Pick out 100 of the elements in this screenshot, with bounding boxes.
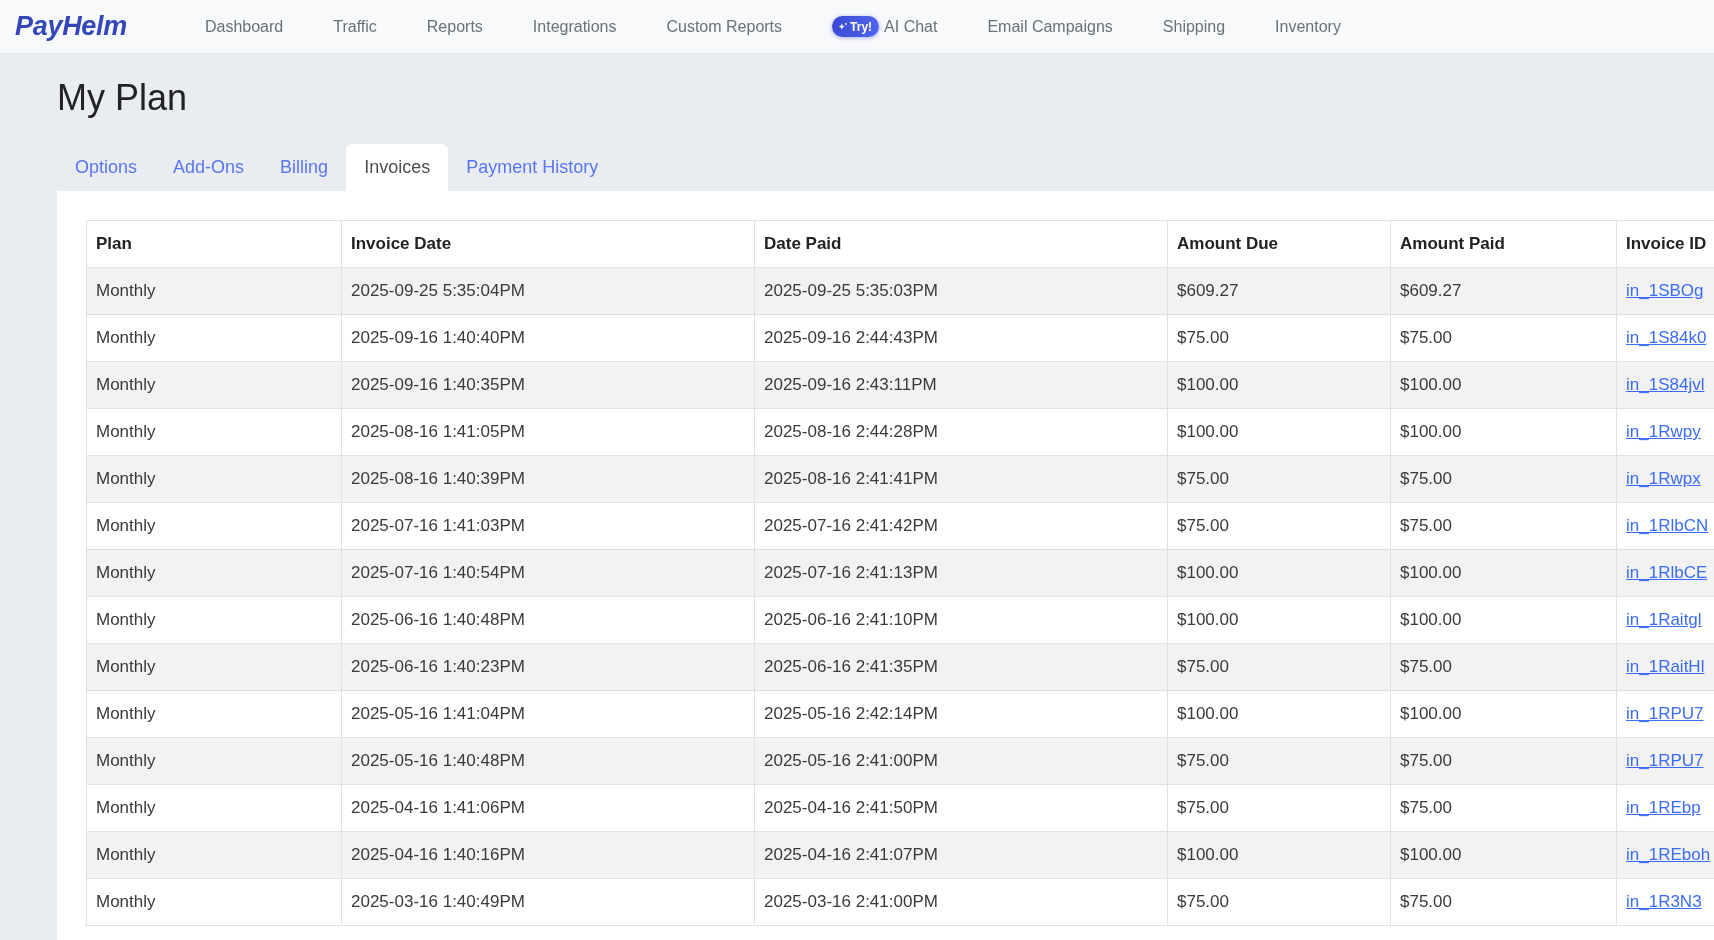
table-cell: $100.00: [1167, 361, 1391, 409]
table-cell: $100.00: [1390, 408, 1617, 456]
table-cell: $100.00: [1167, 549, 1391, 597]
table-cell: 2025-09-16 2:44:43PM: [754, 314, 1168, 362]
table-cell: $609.27: [1390, 267, 1617, 315]
table-cell: Monthly: [86, 314, 342, 362]
table-cell: Monthly: [86, 878, 342, 926]
invoice-link[interactable]: in_1RPU7: [1626, 751, 1704, 770]
table-cell: $75.00: [1167, 455, 1391, 503]
tab[interactable]: Options: [57, 144, 156, 191]
table-cell: 2025-09-16 1:40:35PM: [341, 361, 755, 409]
table-cell: Monthly: [86, 690, 342, 738]
table-cell: Monthly: [86, 643, 342, 691]
nav-link[interactable]: Traffic: [333, 17, 377, 36]
table-cell: 2025-04-16 1:41:06PM: [341, 784, 755, 832]
table-cell: $75.00: [1167, 878, 1391, 926]
invoice-link[interactable]: in_1Rwpy: [1626, 422, 1701, 441]
table-cell: $75.00: [1390, 878, 1617, 926]
table-cell: $75.00: [1390, 314, 1617, 362]
table-cell: 2025-07-16 1:40:54PM: [341, 549, 755, 597]
invoice-link[interactable]: in_1R3N3: [1626, 892, 1702, 911]
table-cell: 2025-09-25 5:35:03PM: [754, 267, 1168, 315]
table-cell: 2025-09-25 5:35:04PM: [341, 267, 755, 315]
table-cell: $75.00: [1390, 455, 1617, 503]
table-cell: 2025-09-16 1:40:40PM: [341, 314, 755, 362]
column-header: Invoice ID: [1616, 220, 1714, 268]
table-cell: 2025-03-16 2:41:00PM: [754, 878, 1168, 926]
table-cell: $75.00: [1167, 314, 1391, 362]
nav-link[interactable]: Dashboard: [204, 17, 284, 36]
table-cell: Monthly: [86, 361, 342, 409]
table-cell: 2025-05-16 1:41:04PM: [341, 690, 755, 738]
table-cell: $609.27: [1167, 267, 1391, 315]
table-cell: $100.00: [1390, 549, 1617, 597]
table-cell: $75.00: [1167, 643, 1391, 691]
invoice-link[interactable]: in_1RlbCN: [1626, 516, 1709, 535]
table-cell: Monthly: [86, 831, 342, 879]
invoice-link[interactable]: in_1SBOg: [1626, 281, 1704, 300]
table-cell: Monthly: [86, 455, 342, 503]
table-cell: 2025-05-16 1:40:48PM: [341, 737, 755, 785]
tab[interactable]: Invoices: [346, 144, 449, 191]
nav-link[interactable]: Custom Reports: [666, 17, 783, 36]
table-cell: Monthly: [86, 549, 342, 597]
table-cell: $100.00: [1167, 690, 1391, 738]
table-cell: 2025-04-16 2:41:50PM: [754, 784, 1168, 832]
table-cell: 2025-07-16 2:41:13PM: [754, 549, 1168, 597]
table-cell: $75.00: [1390, 737, 1617, 785]
sparkle-icon: [838, 22, 848, 31]
invoice-link[interactable]: in_1S84jvl: [1626, 375, 1705, 394]
table-cell: 2025-08-16 1:41:05PM: [341, 408, 755, 456]
nav-link[interactable]: Integrations: [532, 17, 617, 36]
page-title: My Plan: [57, 76, 188, 120]
table-cell: $75.00: [1390, 643, 1617, 691]
invoice-link[interactable]: in_1Raitgl: [1626, 610, 1702, 629]
table-cell: 2025-06-16 2:41:10PM: [754, 596, 1168, 644]
table-cell: 2025-04-16 2:41:07PM: [754, 831, 1168, 879]
invoice-link[interactable]: in_1S84k0: [1626, 328, 1707, 347]
nav-link[interactable]: AI Chat: [884, 17, 938, 36]
table-cell: 2025-03-16 1:40:49PM: [341, 878, 755, 926]
column-header: Invoice Date: [341, 220, 755, 268]
logo[interactable]: PayHelm: [15, 11, 127, 42]
invoice-link[interactable]: in_1REboh: [1626, 845, 1711, 864]
table-cell: 2025-08-16 2:41:41PM: [754, 455, 1168, 503]
table-cell: $75.00: [1390, 502, 1617, 550]
table-cell: Monthly: [86, 267, 342, 315]
table-cell: $75.00: [1167, 784, 1391, 832]
table-cell: 2025-06-16 1:40:48PM: [341, 596, 755, 644]
table-cell: Monthly: [86, 737, 342, 785]
invoice-link[interactable]: in_1REbp: [1626, 798, 1701, 817]
nav-link[interactable]: Reports: [426, 17, 483, 36]
column-header: Amount Due: [1167, 220, 1391, 268]
column-header: Amount Paid: [1390, 220, 1617, 268]
table-cell: $75.00: [1167, 737, 1391, 785]
invoice-link[interactable]: in_1RPU7: [1626, 704, 1704, 723]
table-cell: $100.00: [1390, 690, 1617, 738]
table-cell: Monthly: [86, 502, 342, 550]
column-header: Plan: [86, 220, 342, 268]
table-cell: Monthly: [86, 784, 342, 832]
table-cell: $75.00: [1167, 502, 1391, 550]
table-cell: 2025-08-16 2:44:28PM: [754, 408, 1168, 456]
table-cell: $100.00: [1167, 596, 1391, 644]
invoice-link[interactable]: in_1RaitHl: [1626, 657, 1705, 676]
table-cell: 2025-07-16 1:41:03PM: [341, 502, 755, 550]
tab[interactable]: Add-Ons: [155, 144, 263, 191]
nav-link[interactable]: Inventory: [1275, 17, 1341, 36]
nav-link[interactable]: Email Campaigns: [987, 17, 1113, 36]
tab[interactable]: Billing: [262, 144, 347, 191]
table-cell: 2025-05-16 2:41:00PM: [754, 737, 1168, 785]
table-cell: $100.00: [1390, 361, 1617, 409]
tab[interactable]: Payment History: [448, 144, 617, 191]
table-cell: $100.00: [1390, 831, 1617, 879]
table-cell: 2025-06-16 2:41:35PM: [754, 643, 1168, 691]
nav-link[interactable]: Shipping: [1162, 17, 1226, 36]
table-cell: 2025-04-16 1:40:16PM: [341, 831, 755, 879]
table-cell: $100.00: [1167, 831, 1391, 879]
table-cell: Monthly: [86, 596, 342, 644]
table-cell: $100.00: [1167, 408, 1391, 456]
invoice-link[interactable]: in_1RlbCE: [1626, 563, 1708, 582]
invoice-link[interactable]: in_1Rwpx: [1626, 469, 1701, 488]
table-cell: 2025-05-16 2:42:14PM: [754, 690, 1168, 738]
table-cell: 2025-06-16 1:40:23PM: [341, 643, 755, 691]
